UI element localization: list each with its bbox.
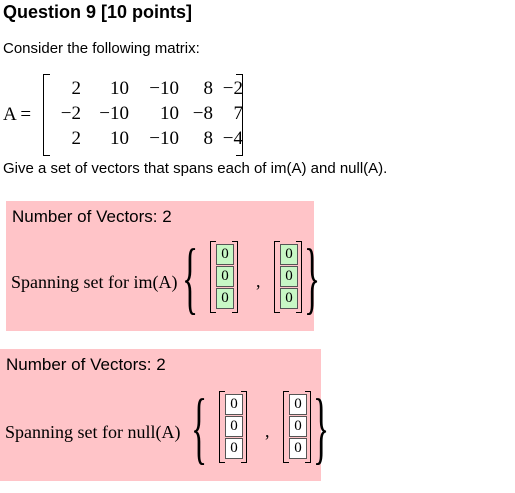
matrix-cell: 10 bbox=[110, 128, 129, 149]
null-set-vector-2-entry-3[interactable]: 0 bbox=[289, 438, 307, 459]
null-set-vector-1: 000 bbox=[219, 391, 247, 463]
image-set-left-brace: { bbox=[182, 234, 199, 322]
image-set-vector-1: 000 bbox=[210, 241, 238, 313]
matrix-label: A = bbox=[3, 104, 32, 125]
question-prompt: Give a set of vectors that spans each of… bbox=[3, 160, 388, 177]
matrix-a: 2 10 −10 8 −2 −2 −10 10 −8 7 2 10 −10 8 −4 bbox=[43, 74, 243, 156]
matrix-cell: 2 bbox=[71, 78, 82, 99]
matrix-cell: −10 bbox=[149, 78, 179, 99]
null-set-vector-1-entry-1[interactable]: 0 bbox=[225, 394, 243, 415]
image-set-vector-2-entry-2[interactable]: 0 bbox=[280, 266, 298, 287]
image-set-vector-1-entry-1[interactable]: 0 bbox=[216, 244, 234, 265]
image-set-vector-2: 000 bbox=[274, 241, 302, 313]
matrix-cell: −10 bbox=[149, 128, 179, 149]
null-set-left-brace: { bbox=[191, 384, 208, 472]
null-set-vector-2: 000 bbox=[283, 391, 311, 463]
matrix-row: −2 −10 10 −8 7 bbox=[51, 102, 243, 126]
null-set-vector-separator: , bbox=[265, 421, 270, 441]
matrix-cell: 10 bbox=[110, 78, 129, 99]
null-set-vector-1-entry-3[interactable]: 0 bbox=[225, 438, 243, 459]
question-title: Question 9 [10 points] bbox=[3, 2, 193, 22]
image-set-vector-1-entry-3[interactable]: 0 bbox=[216, 288, 234, 309]
matrix-cell: 10 bbox=[160, 103, 179, 124]
matrix-row: 2 10 −10 8 −2 bbox=[51, 77, 244, 101]
matrix-cell: −2 bbox=[222, 78, 243, 99]
null-spanning-set-label: Spanning set for null(A) bbox=[5, 422, 181, 442]
null-set-right-brace: } bbox=[313, 384, 330, 472]
matrix-row: 2 10 −10 8 −4 bbox=[51, 127, 244, 151]
image-vector-count-label: Number of Vectors: 2 bbox=[12, 207, 172, 226]
matrix-cell: 8 bbox=[203, 128, 214, 149]
null-set-vector-1-entry-2[interactable]: 0 bbox=[225, 416, 243, 437]
matrix-cell: −8 bbox=[192, 103, 213, 124]
image-set-vector-2-entry-3[interactable]: 0 bbox=[280, 288, 298, 309]
image-spanning-set-label: Spanning set for im(A) bbox=[11, 272, 178, 292]
image-set-right-brace: } bbox=[304, 234, 321, 322]
matrix-cell: −10 bbox=[99, 103, 129, 124]
matrix-cell: 8 bbox=[203, 78, 214, 99]
image-answer-panel: Number of Vectors: 2 Spanning set for im… bbox=[6, 201, 320, 331]
null-vector-count-label: Number of Vectors: 2 bbox=[6, 355, 166, 374]
matrix-left-bracket bbox=[43, 74, 50, 156]
image-set-vector-1-entry-2[interactable]: 0 bbox=[216, 266, 234, 287]
matrix-cell: −2 bbox=[60, 103, 81, 124]
image-set-vector-separator: , bbox=[256, 271, 261, 291]
question-intro: Consider the following matrix: bbox=[3, 40, 200, 57]
null-answer-panel: Number of Vectors: 2 Spanning set for nu… bbox=[0, 349, 329, 481]
null-set-vector-2-entry-1[interactable]: 0 bbox=[289, 394, 307, 415]
image-set-vector-2-entry-1[interactable]: 0 bbox=[280, 244, 298, 265]
matrix-cell: 7 bbox=[233, 103, 244, 124]
matrix-cell: −4 bbox=[222, 128, 243, 149]
null-set-vector-2-entry-2[interactable]: 0 bbox=[289, 416, 307, 437]
matrix-cell: 2 bbox=[71, 128, 82, 149]
